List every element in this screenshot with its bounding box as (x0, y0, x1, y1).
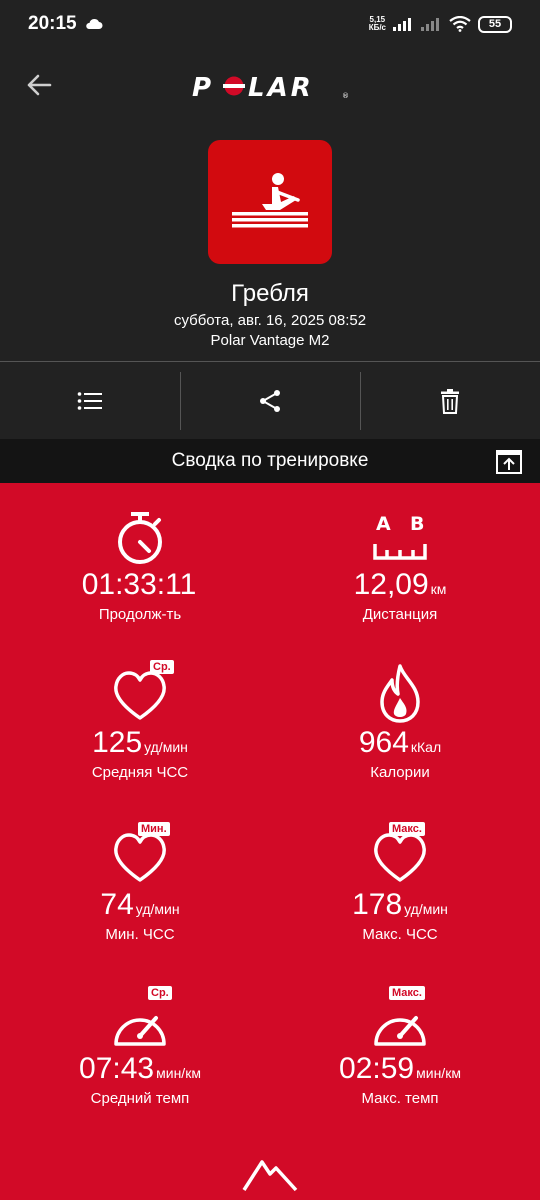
metric-value: 125 (92, 726, 143, 759)
summary-header: Сводка по тренировке (0, 439, 540, 483)
metric-value: 07:43 (79, 1052, 155, 1085)
svg-text:A: A (376, 513, 391, 535)
badge-max: Макс. (389, 822, 425, 836)
metric-value: 964 (358, 726, 409, 759)
metric-label: Макс. темп (361, 1090, 439, 1107)
badge-min: Мин. (138, 822, 170, 836)
cloud-icon (85, 18, 103, 29)
svg-text:P: P (192, 73, 214, 100)
metric-label: Дистанция (362, 606, 438, 623)
svg-text:B: B (410, 513, 424, 535)
arrow-left-icon (27, 74, 52, 96)
metric-unit: мин/км (416, 1065, 461, 1081)
metric-label: Калории (370, 764, 430, 781)
sport-name: Гребля (231, 280, 309, 307)
workout-date: суббота, авг. 16, 2025 08:52 (173, 312, 367, 329)
network-speed: 5,15 КБ/с (368, 15, 386, 32)
metric-value: 178 (352, 888, 403, 921)
svg-text:LAR: LAR (248, 73, 314, 100)
metric-max-pace: Макс. 02:59 мин/км Макс. темп (265, 986, 535, 1107)
back-button[interactable] (22, 68, 56, 102)
metric-label: Мин. ЧСС (105, 926, 175, 943)
metric-avg-hr: Ср. 125 уд/мин Средняя ЧСС (5, 660, 275, 781)
wifi-icon (449, 16, 471, 32)
metric-value: 01:33:11 (81, 568, 197, 601)
metric-unit: уд/мин (135, 901, 180, 917)
workout-header: P LAR ® Гребля суббота, авг. 16, 2025 08… (0, 48, 540, 361)
status-time: 20:15 (28, 13, 77, 34)
share-icon (260, 389, 280, 412)
metric-value: 74 (100, 888, 134, 921)
distance-icon: A B (373, 513, 427, 560)
metric-unit: км (430, 581, 447, 597)
svg-text:®: ® (342, 92, 349, 100)
metric-label: Макс. ЧСС (362, 926, 438, 943)
metric-calories: 964 кКал Калории (265, 662, 535, 781)
badge-max: Макс. (389, 986, 425, 1000)
signal-icon (421, 18, 439, 31)
stopwatch-icon (118, 512, 162, 564)
metric-label: Продолж-ть (98, 606, 182, 623)
metric-label: Средний темп (90, 1090, 190, 1107)
metric-label: Средняя ЧСС (91, 764, 189, 781)
delete-button[interactable] (360, 362, 540, 439)
signal-icon (393, 18, 411, 31)
metric-duration: 01:33:11 Продолж-ть (5, 510, 275, 623)
metric-value: 02:59 (339, 1052, 415, 1085)
polar-logo: P LAR ® (192, 73, 349, 100)
export-icon[interactable] (496, 450, 522, 474)
list-icon (77, 391, 102, 410)
metric-distance: A B 12,09 км Дистанция (265, 510, 535, 623)
share-button[interactable] (180, 362, 360, 439)
device-name: Polar Vantage M2 (210, 332, 330, 349)
badge-avg: Ср. (150, 660, 174, 674)
metric-value: 12,09 (353, 568, 429, 601)
sport-icon-tile (208, 140, 332, 264)
rowing-icon (232, 173, 308, 228)
details-button[interactable] (0, 362, 180, 439)
flame-icon (380, 664, 420, 723)
trash-icon (441, 388, 459, 414)
metric-max-hr: Макс. 178 уд/мин Макс. ЧСС (265, 822, 535, 943)
metric-unit: уд/мин (404, 901, 448, 917)
summary-title: Сводка по тренировке (171, 450, 369, 471)
metric-avg-pace: Ср. 07:43 мин/км Средний темп (5, 986, 275, 1107)
metric-unit: мин/км (156, 1065, 201, 1081)
metric-unit: уд/мин (144, 739, 188, 755)
battery-icon: 55 (478, 15, 512, 33)
mountain-icon (242, 1160, 298, 1192)
metric-min-hr: Мин. 74 уд/мин Мин. ЧСС (5, 822, 275, 943)
action-bar (0, 361, 540, 439)
metric-unit: кКал (410, 739, 442, 755)
badge-avg: Ср. (148, 986, 172, 1000)
status-bar: 20:15 5,15 КБ/с 55 (0, 0, 540, 48)
